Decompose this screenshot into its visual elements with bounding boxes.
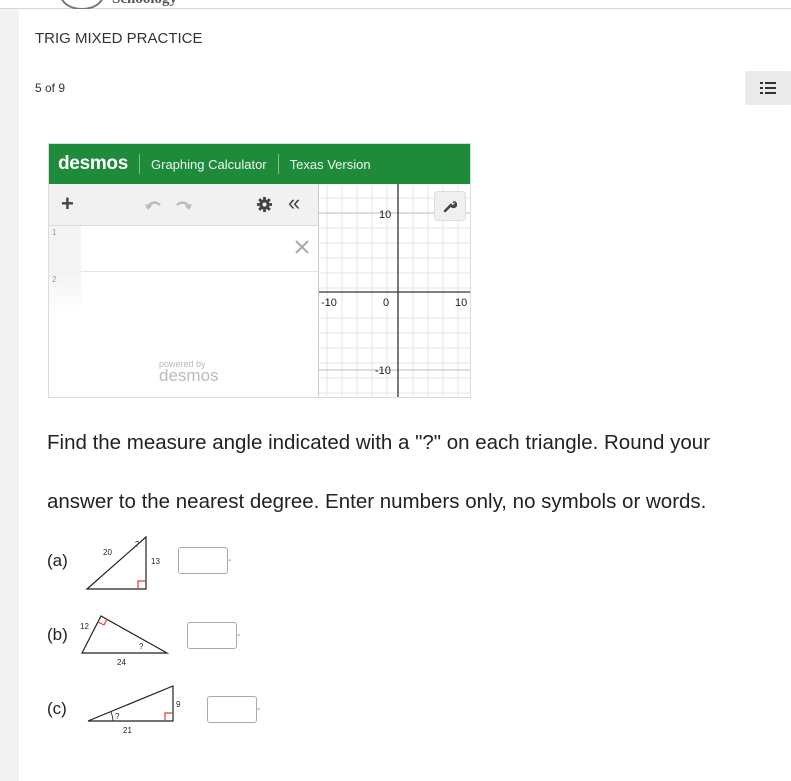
top-bar: Schoology: [0, 0, 791, 10]
close-icon[interactable]: [295, 240, 309, 254]
question-instructions: Find the measure angle indicated with a …: [47, 431, 710, 513]
assessment-content: TRIG MIXED PRACTICE 5 of 9 desmos Graphi…: [19, 9, 791, 781]
triangle-b-unknown-label: ?: [139, 642, 144, 651]
question-list-button[interactable]: [745, 71, 791, 105]
x-axis-left-label: -10: [321, 297, 337, 309]
redo-icon[interactable]: [175, 199, 193, 211]
triangle-a-side-label: 13: [151, 557, 160, 566]
wrench-icon: [443, 201, 457, 213]
problem-c-label: (c): [47, 699, 67, 718]
collapse-icon[interactable]: «: [288, 192, 300, 214]
question-list-icon: [760, 82, 776, 94]
gear-icon[interactable]: [257, 197, 272, 212]
assessment-title: TRIG MIXED PRACTICE: [35, 30, 203, 47]
triangle-b: 12 24 ?: [80, 615, 170, 667]
answer-a-input[interactable]: [178, 547, 228, 574]
x-axis-origin-label: 0: [383, 297, 389, 309]
triangle-c-unknown-label: ?: [115, 712, 120, 721]
graph-settings-button[interactable]: [434, 191, 466, 221]
y-axis-top-label: 10: [379, 209, 391, 221]
desmos-calculator: desmos Graphing Calculator Texas Version…: [48, 143, 471, 398]
problem-b-label: (b): [47, 625, 68, 644]
problem-a-label: (a): [47, 551, 68, 570]
graph-paper[interactable]: 10 -10 -10 0 10: [319, 184, 470, 397]
expression-toolbar: + «: [49, 184, 318, 226]
answer-c-input[interactable]: [207, 696, 257, 723]
triangle-c: 9 21 ?: [87, 685, 181, 735]
expression-row-number: 2: [52, 275, 57, 284]
expression-row-number: 1: [52, 228, 57, 237]
desmos-logo: desmos: [58, 153, 129, 174]
logo-text: Schoology: [112, 0, 177, 8]
triangle-b-side-a-label: 12: [80, 622, 89, 631]
triangle-b-side-b-label: 24: [117, 658, 126, 667]
desmos-header: desmos Graphing Calculator Texas Version: [49, 144, 470, 184]
x-axis-right-label: 10: [455, 297, 467, 309]
expression-row-1[interactable]: [81, 226, 318, 272]
expression-panel: + « 1 2 powered by desmos: [49, 184, 319, 397]
desmos-header-mode: Graphing Calculator: [151, 156, 267, 172]
triangle-a-hyp-label: 20: [103, 548, 112, 557]
triangle-c-side-a-label: 9: [176, 700, 181, 709]
triangle-c-side-b-label: 21: [123, 726, 132, 735]
question-progress: 5 of 9: [35, 81, 66, 95]
expression-row-2[interactable]: [81, 272, 318, 317]
y-axis-bottom-label: -10: [375, 365, 391, 377]
plus-icon[interactable]: +: [61, 193, 74, 215]
undo-icon[interactable]: [144, 199, 162, 211]
triangle-a: 20 13 ?: [85, 535, 160, 590]
powered-by-desmos: powered by desmos: [159, 359, 219, 385]
desmos-header-version: Texas Version: [289, 156, 371, 172]
answer-b-input[interactable]: [187, 622, 237, 649]
triangle-a-unknown-label: ?: [135, 540, 140, 549]
